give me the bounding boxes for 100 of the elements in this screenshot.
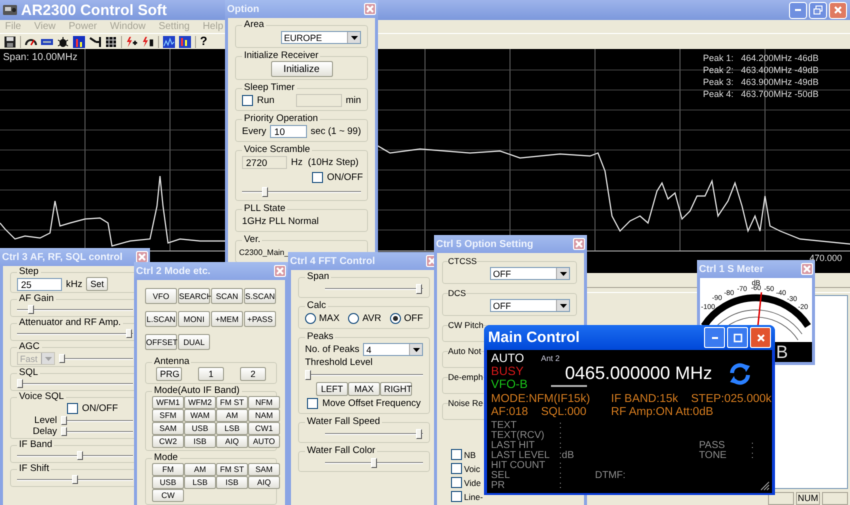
unit-label: min — [346, 95, 361, 106]
checkbox-label: Run — [257, 95, 274, 106]
function-button[interactable]: L.SCAN — [145, 311, 177, 327]
function-button[interactable]: MONI — [178, 311, 210, 327]
function-button[interactable]: +MEM — [211, 311, 243, 327]
mode-button[interactable]: AM — [216, 409, 248, 422]
mode-button[interactable]: AIQ — [216, 435, 248, 448]
group-label: Auto Not — [448, 346, 482, 356]
mode-button[interactable]: CW1 — [248, 422, 280, 435]
mode-button[interactable]: ISB — [216, 476, 248, 489]
mode-button[interactable]: USB — [184, 422, 216, 435]
group-label: Antenna — [153, 357, 190, 367]
mode-button[interactable]: SAM — [152, 422, 184, 435]
peak-label: Peak 1: 464.200MHz -46dB — [703, 53, 819, 63]
peak-button[interactable]: LEFT — [316, 382, 348, 396]
mode-button[interactable]: AIQ — [248, 476, 280, 489]
step-readout: STEP:025.000k — [691, 393, 772, 406]
mode-button[interactable]: WAM — [184, 409, 216, 422]
peak-button[interactable]: MAX — [348, 382, 380, 396]
step-field[interactable]: 25 — [17, 278, 62, 290]
checkbox-label: ON/OFF — [327, 172, 363, 183]
peak-button[interactable]: RIGHT — [380, 382, 412, 396]
group-label: CTCSS — [448, 256, 477, 266]
function-button[interactable]: S.SCAN — [244, 288, 276, 304]
dcs-dropdown[interactable]: OFF — [490, 299, 570, 312]
window-title: Ctrl 3 AF, RF, SQL control — [2, 252, 124, 262]
set-button[interactable]: Set — [86, 277, 108, 291]
antenna-button[interactable]: 1 — [198, 367, 224, 381]
group-label: Mode(Auto IF Band) — [153, 386, 241, 396]
function-button[interactable]: OFFSET — [145, 334, 177, 350]
mode-button[interactable]: NAM — [248, 409, 280, 422]
mode-button[interactable]: SAM — [248, 463, 280, 476]
peaks-dropdown[interactable]: 4 — [363, 343, 423, 356]
mode-button[interactable]: FM ST — [216, 396, 248, 409]
function-button[interactable]: +PASS — [244, 311, 276, 327]
pll-status: 1GHz PLL Normal — [242, 216, 319, 227]
checkbox-label: Move Offset Frequency — [322, 398, 421, 409]
squelch-readout: SQL:000 — [541, 406, 588, 419]
group-label: Attenuator and RF Amp. — [18, 318, 122, 328]
group-label: DCS — [448, 288, 466, 298]
group-label: Ver. — [243, 235, 262, 245]
info-label: TONE — [699, 451, 728, 461]
initialize-button[interactable]: Initialize — [270, 61, 332, 77]
axis-label: 470.000 — [809, 253, 842, 263]
window-title: AR2300 Control Soft — [21, 2, 167, 18]
rf-readout: RF Amp:ON Att:0dB — [611, 406, 714, 419]
signal-reading: B — [776, 343, 788, 361]
group-label: IF Band — [18, 440, 54, 450]
unit-label: Hz (10Hz Step) — [291, 157, 359, 168]
version-text: C2300_Main_ — [239, 248, 289, 257]
mode-button[interactable]: NFM — [248, 396, 280, 409]
group-label: AGC — [18, 342, 41, 352]
slider-label: Level — [33, 415, 57, 426]
mode-readout: MODE:NFM(IF15k) — [491, 393, 592, 406]
help-button[interactable]: ? — [200, 35, 208, 48]
mode-button[interactable]: SFM — [152, 409, 184, 422]
mode-button[interactable]: WFM2 — [184, 396, 216, 409]
mode-button[interactable]: ISB — [184, 435, 216, 448]
mode-button[interactable]: LSB — [184, 476, 216, 489]
mode-button[interactable]: CW2 — [152, 435, 184, 448]
group-label: SQL — [18, 368, 40, 378]
info-value: : — [559, 481, 563, 491]
function-button[interactable]: SEARCH — [178, 288, 210, 304]
group-label: De-emph — [448, 372, 483, 382]
mode-button[interactable]: AM — [184, 463, 216, 476]
unit-label: kHz — [66, 278, 82, 290]
group-label: Water Fall Color — [306, 446, 376, 456]
group-label: Mode — [153, 453, 179, 463]
field-label: No. of Peaks — [305, 344, 360, 355]
info-value: : — [559, 421, 563, 431]
mode-button[interactable]: WFM1 — [152, 396, 184, 409]
function-button[interactable]: DUAL — [178, 334, 210, 350]
info-label: TEXT — [491, 421, 517, 431]
antenna-label: Ant 2 — [541, 354, 560, 363]
status-indicator: NUM — [796, 492, 820, 505]
span-label: Span: 10.00MHz — [3, 52, 78, 63]
info-value: : — [751, 451, 755, 461]
frequency-field[interactable]: 2720 — [242, 156, 287, 169]
function-button[interactable]: VFO — [145, 288, 177, 304]
mode-button[interactable]: USB — [152, 476, 184, 489]
area-dropdown[interactable]: EUROPE — [281, 31, 361, 44]
interval-field[interactable]: 10 — [270, 125, 307, 138]
info-value: : — [559, 441, 562, 451]
info-label: LAST HIT — [491, 441, 535, 451]
info-label: SEL — [491, 471, 511, 481]
checkbox-label: NB — [464, 450, 476, 460]
window-title: Ctrl 2 Mode etc. — [136, 266, 212, 276]
window-title: Ctrl 5 Option Setting — [436, 238, 534, 250]
mode-button[interactable]: CW — [152, 489, 184, 502]
frequency-display: 0465.000000 MHz — [564, 363, 712, 383]
ctcss-dropdown[interactable]: OFF — [490, 267, 570, 280]
antenna-button[interactable]: PRG — [156, 367, 182, 381]
mode-button[interactable]: FM — [152, 463, 184, 476]
mode-button[interactable]: FM ST — [216, 463, 248, 476]
group-label: Voice Scramble — [243, 145, 312, 155]
mode-button[interactable]: AUTO — [248, 435, 280, 448]
info-label: PASS — [699, 441, 726, 451]
function-button[interactable]: SCAN — [211, 288, 243, 304]
antenna-button[interactable]: 2 — [240, 367, 266, 381]
mode-button[interactable]: LSB — [216, 422, 248, 435]
